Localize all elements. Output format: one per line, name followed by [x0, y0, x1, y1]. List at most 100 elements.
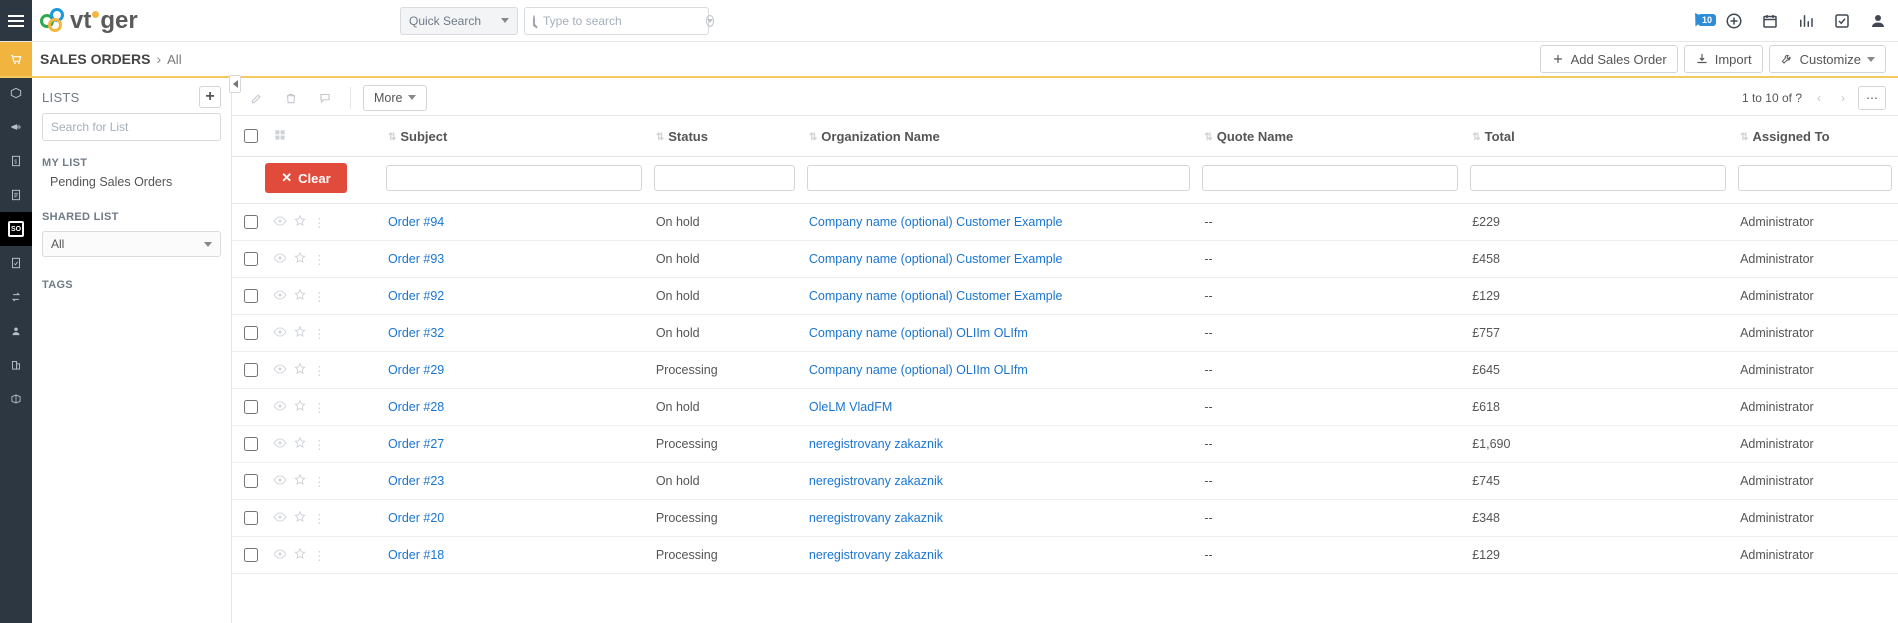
- paging-menu-button[interactable]: ⋯: [1858, 86, 1886, 110]
- subject-link[interactable]: Order #23: [388, 474, 444, 488]
- delete-selected-button[interactable]: [278, 85, 304, 111]
- col-assigned[interactable]: ⇅Assigned To: [1732, 116, 1898, 157]
- list-search-input[interactable]: [42, 113, 221, 141]
- tasks-button[interactable]: [1832, 11, 1852, 31]
- table-row[interactable]: ⋮Order #94On holdCompany name (optional)…: [232, 204, 1898, 241]
- filter-quote[interactable]: [1202, 165, 1458, 191]
- subject-link[interactable]: Order #94: [388, 215, 444, 229]
- preview-icon[interactable]: [273, 473, 287, 490]
- org-link[interactable]: Company name (optional) Customer Example: [809, 215, 1063, 229]
- table-row[interactable]: ⋮Order #20Processingneregistrovany zakaz…: [232, 500, 1898, 537]
- preview-icon[interactable]: [273, 436, 287, 453]
- org-link[interactable]: neregistrovany zakaznik: [809, 437, 943, 451]
- card-view-icon[interactable]: [273, 130, 287, 145]
- star-icon[interactable]: [293, 510, 307, 527]
- table-row[interactable]: ⋮Order #27Processingneregistrovany zakaz…: [232, 426, 1898, 463]
- table-row[interactable]: ⋮Order #28On holdOleLM VladFM--£618Admin…: [232, 389, 1898, 426]
- import-button[interactable]: Import: [1684, 45, 1763, 73]
- add-sales-order-button[interactable]: Add Sales Order: [1540, 45, 1678, 73]
- org-link[interactable]: OleLM VladFM: [809, 400, 892, 414]
- nav-item-campaign[interactable]: [0, 110, 32, 144]
- subject-link[interactable]: Order #20: [388, 511, 444, 525]
- preview-icon[interactable]: [273, 510, 287, 527]
- table-row[interactable]: ⋮Order #18Processingneregistrovany zakaz…: [232, 537, 1898, 574]
- row-menu-icon[interactable]: ⋮: [313, 215, 326, 230]
- row-menu-icon[interactable]: ⋮: [313, 326, 326, 341]
- row-checkbox[interactable]: [244, 289, 258, 303]
- row-menu-icon[interactable]: ⋮: [313, 437, 326, 452]
- select-all-checkbox[interactable]: [244, 129, 258, 143]
- nav-item-box[interactable]: [0, 76, 32, 110]
- row-checkbox[interactable]: [244, 400, 258, 414]
- row-menu-icon[interactable]: ⋮: [313, 289, 326, 304]
- org-link[interactable]: Company name (optional) Customer Example: [809, 289, 1063, 303]
- org-link[interactable]: Company name (optional) OLIIm OLIfm: [809, 363, 1028, 377]
- search-options-icon[interactable]: [706, 15, 714, 27]
- subject-link[interactable]: Order #32: [388, 326, 444, 340]
- subject-link[interactable]: Order #27: [388, 437, 444, 451]
- preview-icon[interactable]: [273, 325, 287, 342]
- row-checkbox[interactable]: [244, 363, 258, 377]
- star-icon[interactable]: [293, 547, 307, 564]
- subject-link[interactable]: Order #29: [388, 363, 444, 377]
- preview-icon[interactable]: [273, 288, 287, 305]
- col-total[interactable]: ⇅Total: [1464, 116, 1732, 157]
- search-input[interactable]: [541, 13, 700, 29]
- star-icon[interactable]: [293, 436, 307, 453]
- preview-icon[interactable]: [273, 362, 287, 379]
- preview-icon[interactable]: [273, 399, 287, 416]
- table-row[interactable]: ⋮Order #23On holdneregistrovany zakaznik…: [232, 463, 1898, 500]
- nav-item-transfer[interactable]: [0, 280, 32, 314]
- nav-item-doc[interactable]: [0, 178, 32, 212]
- nav-item-quote[interactable]: [0, 246, 32, 280]
- customize-button[interactable]: Customize: [1769, 45, 1886, 73]
- quick-search-scope[interactable]: Quick Search: [400, 7, 518, 35]
- table-row[interactable]: ⋮Order #32On holdCompany name (optional)…: [232, 315, 1898, 352]
- menu-toggle[interactable]: [0, 0, 32, 41]
- nav-item-package[interactable]: [0, 382, 32, 416]
- row-checkbox[interactable]: [244, 326, 258, 340]
- mylist-item[interactable]: Pending Sales Orders: [42, 169, 221, 195]
- preview-icon[interactable]: [273, 251, 287, 268]
- table-row[interactable]: ⋮Order #29ProcessingCompany name (option…: [232, 352, 1898, 389]
- star-icon[interactable]: [293, 362, 307, 379]
- sharedlist-select[interactable]: All: [42, 231, 221, 257]
- row-menu-icon[interactable]: ⋮: [313, 511, 326, 526]
- subject-link[interactable]: Order #28: [388, 400, 444, 414]
- org-link[interactable]: Company name (optional) Customer Example: [809, 252, 1063, 266]
- edit-selected-button[interactable]: [244, 85, 270, 111]
- row-checkbox[interactable]: [244, 511, 258, 525]
- row-checkbox[interactable]: [244, 437, 258, 451]
- row-checkbox[interactable]: [244, 252, 258, 266]
- add-list-button[interactable]: +: [199, 86, 221, 108]
- table-row[interactable]: ⋮Order #92On holdCompany name (optional)…: [232, 278, 1898, 315]
- prev-page-button[interactable]: ‹: [1810, 89, 1828, 107]
- filter-subject[interactable]: [386, 165, 642, 191]
- preview-icon[interactable]: [273, 547, 287, 564]
- reports-button[interactable]: [1796, 11, 1816, 31]
- filter-status[interactable]: [654, 165, 795, 191]
- nav-item-org[interactable]: [0, 348, 32, 382]
- org-link[interactable]: Company name (optional) OLIIm OLIfm: [809, 326, 1028, 340]
- table-row[interactable]: ⋮Order #93On holdCompany name (optional)…: [232, 241, 1898, 278]
- org-link[interactable]: neregistrovany zakaznik: [809, 511, 943, 525]
- org-link[interactable]: neregistrovany zakaznik: [809, 548, 943, 562]
- star-icon[interactable]: [293, 473, 307, 490]
- star-icon[interactable]: [293, 325, 307, 342]
- row-menu-icon[interactable]: ⋮: [313, 252, 326, 267]
- row-menu-icon[interactable]: ⋮: [313, 548, 326, 563]
- star-icon[interactable]: [293, 214, 307, 231]
- row-menu-icon[interactable]: ⋮: [313, 474, 326, 489]
- star-icon[interactable]: [293, 399, 307, 416]
- org-link[interactable]: neregistrovany zakaznik: [809, 474, 943, 488]
- row-checkbox[interactable]: [244, 474, 258, 488]
- quick-create-button[interactable]: [1724, 11, 1744, 31]
- next-page-button[interactable]: ›: [1834, 89, 1852, 107]
- clear-filter-button[interactable]: ✕Clear: [265, 163, 346, 193]
- app-logo[interactable]: vtger: [40, 8, 138, 34]
- calendar-button[interactable]: [1760, 11, 1780, 31]
- filter-org[interactable]: [807, 165, 1190, 191]
- notifications-button[interactable]: 10: [1688, 11, 1708, 31]
- row-checkbox[interactable]: [244, 215, 258, 229]
- filter-assigned[interactable]: [1738, 165, 1892, 191]
